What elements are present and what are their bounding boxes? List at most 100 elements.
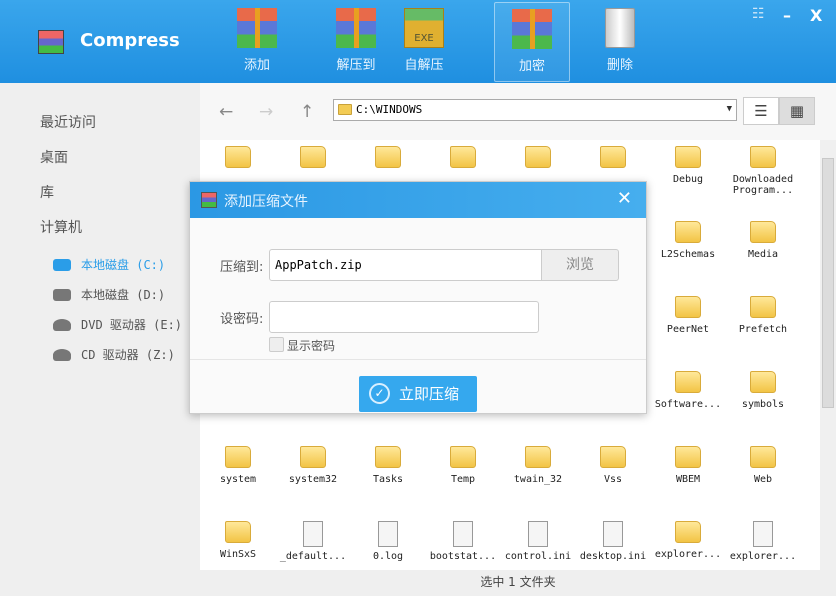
file-item[interactable]: bootstat... (426, 521, 500, 562)
sidebar-drive-e[interactable]: DVD 驱动器 (E:) (53, 316, 182, 333)
toolbar-button-1[interactable]: 解压到 (318, 2, 394, 82)
file-item[interactable] (276, 146, 350, 174)
disk-icon (53, 258, 71, 271)
file-item[interactable]: symbols (726, 371, 800, 410)
menu-icon[interactable]: ☷ (752, 6, 765, 22)
forward-button[interactable]: → (259, 102, 273, 122)
file-icon (378, 521, 398, 547)
file-item[interactable]: L2Schemas (651, 221, 725, 260)
check-circle-icon: ✓ (369, 383, 390, 404)
file-name: desktop.ini (579, 551, 647, 562)
path-combobox[interactable]: C:\WINDOWS ▼ (333, 99, 737, 121)
sidebar-item-recent[interactable]: 最近访问 (40, 112, 96, 132)
file-name: Vss (603, 474, 623, 485)
sidebar: 最近访问 桌面 库 计算机 本地磁盘 (C:) 本地磁盘 (D:) DVD 驱动… (0, 83, 200, 596)
file-name: explorer... (654, 549, 722, 560)
file-item[interactable]: Debug (651, 146, 725, 185)
dialog-header: 添加压缩文件 ✕ (190, 182, 646, 218)
file-item[interactable] (426, 146, 500, 174)
file-name: Software... (654, 399, 722, 410)
path-text: C:\WINDOWS (356, 103, 423, 116)
minimize-button[interactable]: – (783, 6, 791, 25)
back-button[interactable]: ← (219, 102, 233, 122)
folder-icon (600, 446, 626, 468)
folder-icon (750, 371, 776, 393)
file-name: system32 (288, 474, 338, 485)
toolbar-button-3[interactable]: 加密 (494, 2, 570, 82)
sidebar-drive-c[interactable]: 本地磁盘 (C:) (53, 256, 165, 273)
folder-icon (300, 446, 326, 468)
folder-icon (750, 296, 776, 318)
file-item[interactable]: _default... (276, 521, 350, 562)
dvd-drive-icon (53, 318, 71, 331)
scrollbar-thumb[interactable] (822, 158, 834, 408)
file-item[interactable]: Software... (651, 371, 725, 410)
file-item[interactable]: Tasks (351, 446, 425, 485)
folder-icon (750, 446, 776, 468)
file-item[interactable]: Temp (426, 446, 500, 485)
file-item[interactable]: Web (726, 446, 800, 485)
dropdown-arrow-icon[interactable]: ▼ (727, 104, 732, 114)
sidebar-drive-d[interactable]: 本地磁盘 (D:) (53, 286, 165, 303)
folder-icon (675, 521, 701, 543)
dest-label: 压缩到: (220, 260, 264, 275)
file-item[interactable]: system (201, 446, 275, 485)
file-name: control.ini (504, 551, 572, 562)
vertical-scrollbar[interactable] (820, 140, 836, 570)
file-name: system (219, 474, 257, 485)
file-item[interactable]: desktop.ini (576, 521, 650, 562)
file-item[interactable]: system32 (276, 446, 350, 485)
close-button[interactable]: X (810, 6, 822, 25)
browse-button[interactable]: 浏览 (541, 249, 619, 281)
file-icon (453, 521, 473, 547)
dest-input[interactable]: AppPatch.zip (269, 249, 542, 281)
file-item[interactable] (351, 146, 425, 174)
file-item[interactable]: WinSxS (201, 521, 275, 560)
compress-now-button[interactable]: ✓ 立即压缩 (359, 376, 477, 412)
folder-icon (525, 146, 551, 168)
file-item[interactable]: 0.log (351, 521, 425, 562)
toolbar-button-0[interactable]: 添加 (219, 2, 295, 82)
sidebar-item-library[interactable]: 库 (40, 182, 54, 202)
file-item[interactable]: Downloaded Program... (726, 146, 800, 196)
password-input[interactable] (269, 301, 539, 333)
file-item[interactable] (576, 146, 650, 174)
file-name: Tasks (372, 474, 404, 485)
file-name: 0.log (372, 551, 404, 562)
folder-icon (675, 296, 701, 318)
toolbar-button-2[interactable]: EXE 自解压 (386, 2, 462, 82)
file-item[interactable]: Prefetch (726, 296, 800, 335)
toolbar-label: 添加 (243, 58, 270, 73)
trash-icon (605, 8, 635, 48)
file-item[interactable]: WBEM (651, 446, 725, 485)
archive-icon (201, 192, 217, 208)
file-item[interactable]: explorer... (651, 521, 725, 560)
file-item[interactable]: control.ini (501, 521, 575, 562)
extract-icon (336, 8, 376, 48)
folder-icon (450, 446, 476, 468)
list-view-button[interactable]: ☰ (743, 97, 779, 125)
disk-icon (53, 288, 71, 301)
file-item[interactable]: Vss (576, 446, 650, 485)
grid-view-button[interactable]: ▦ (779, 97, 815, 125)
show-password-label[interactable]: 显示密码 (287, 337, 335, 354)
sidebar-drive-z[interactable]: CD 驱动器 (Z:) (53, 346, 175, 363)
file-item[interactable] (501, 146, 575, 174)
file-item[interactable] (201, 146, 275, 174)
file-item[interactable]: Media (726, 221, 800, 260)
file-name: _default... (279, 551, 347, 562)
sidebar-item-computer[interactable]: 计算机 (40, 217, 82, 237)
up-button[interactable]: ↑ (300, 102, 314, 122)
show-password-checkbox[interactable] (269, 337, 284, 352)
dialog-title: 添加压缩文件 (224, 194, 308, 210)
file-item[interactable]: explorer... (726, 521, 800, 562)
file-item[interactable]: PeerNet (651, 296, 725, 335)
folder-icon (675, 446, 701, 468)
file-name: Web (753, 474, 773, 485)
file-name: PeerNet (666, 324, 710, 335)
folder-icon (600, 146, 626, 168)
file-item[interactable]: twain_32 (501, 446, 575, 485)
dialog-close-button[interactable]: ✕ (617, 188, 632, 209)
sidebar-item-desktop[interactable]: 桌面 (40, 147, 68, 167)
toolbar-button-4[interactable]: 删除 (582, 2, 658, 82)
